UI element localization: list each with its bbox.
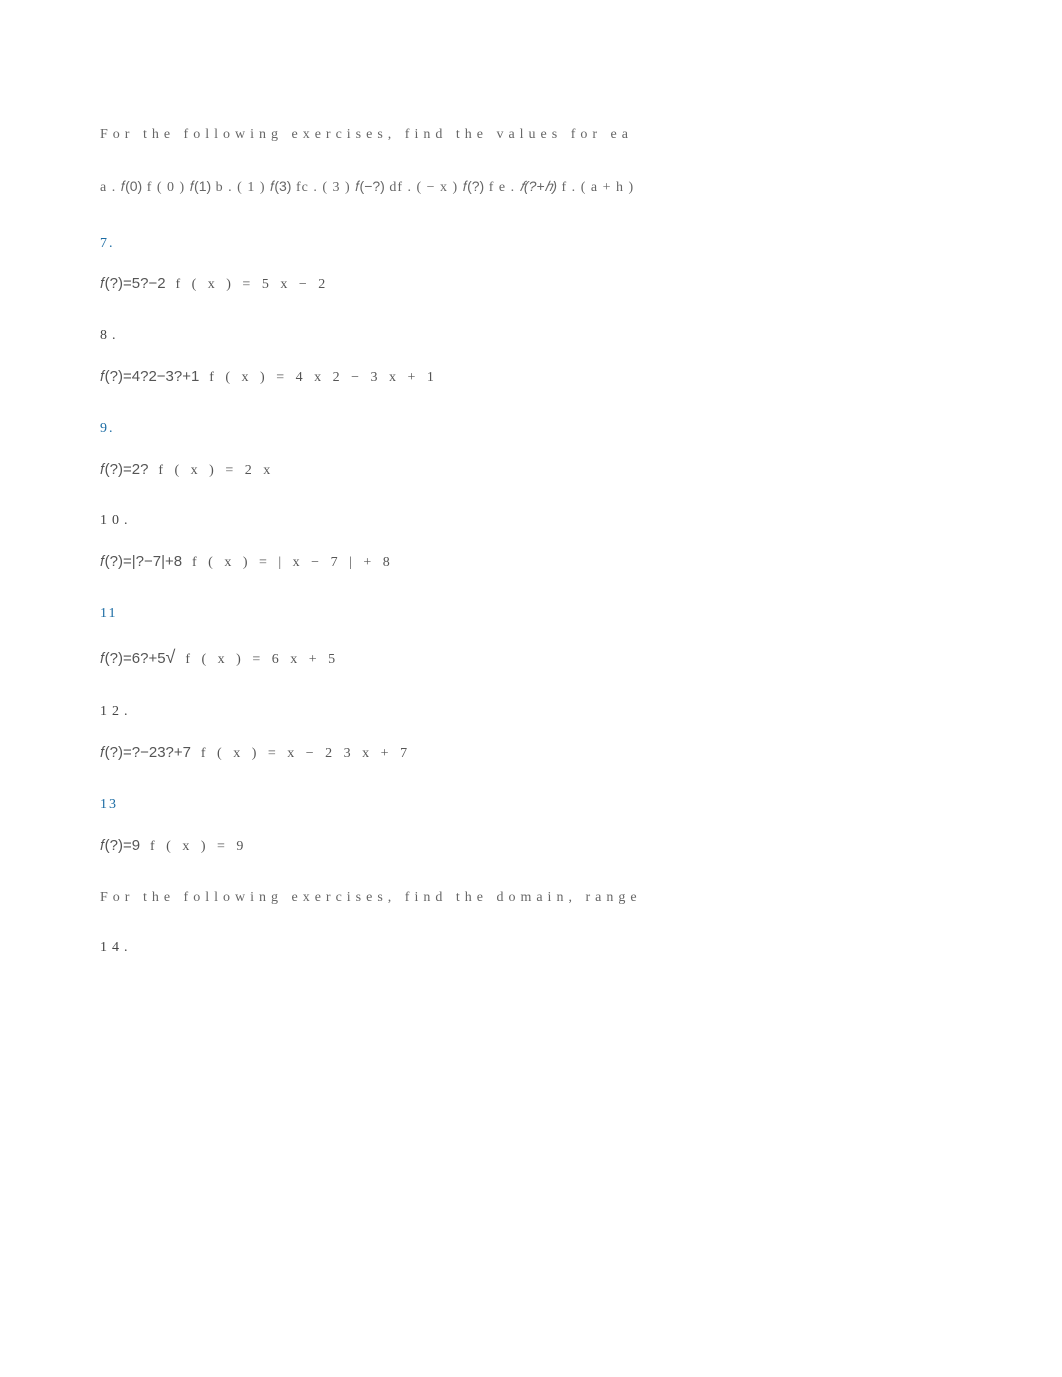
part-b-expr: 𝑓(1) [190, 178, 211, 194]
exercise-7-compact: 𝑓(?)=5?−2 [100, 275, 166, 292]
exercise-intro: For the following exercises, find the va… [100, 120, 962, 151]
exercise-8-formula: 𝑓(?)=4?2−3?+1 f ( x ) = 4 x 2 − 3 x + 1 [100, 360, 962, 394]
part-d-label: df . [389, 180, 412, 195]
exercise-8-compact: 𝑓(?)=4?2−3?+1 [100, 368, 199, 385]
part-f-label: f . [562, 180, 577, 195]
exercise-12-compact: 𝑓(?)=?−23?+7 [100, 744, 191, 761]
part-a-label: a . [100, 180, 116, 195]
part-b-plain: ( 1 ) [237, 180, 265, 195]
part-e-expr: 𝑓(?) [463, 178, 484, 194]
part-a-expr: 𝑓(0) [121, 178, 142, 194]
exercise-7-plain: f ( x ) = 5 x − 2 [175, 277, 329, 292]
part-f-plain: ( a + h ) [581, 180, 634, 195]
exercise-12-formula: 𝑓(?)=?−23?+7 f ( x ) = x − 2 3 x + 7 [100, 736, 962, 770]
part-d-expr: 𝑓(−?) [355, 178, 385, 194]
exercise-8-plain: f ( x ) = 4 x 2 − 3 x + 1 [209, 370, 438, 385]
exercise-11-formula: 𝑓(?)=6?+5 √ f ( x ) = 6 x + 5 [100, 638, 962, 678]
exercise-11-compact-pre: 𝑓(?)=6?+5 [100, 650, 166, 667]
part-b-label: b . [216, 180, 233, 195]
sqrt-icon: √ [166, 647, 176, 667]
exercise-9-compact: 𝑓(?)=2? [100, 461, 148, 478]
exercise-12-number: 12. [100, 697, 962, 728]
exercise-11-number[interactable]: 11 [100, 599, 962, 630]
exercise-13-plain: f ( x ) = 9 [150, 839, 247, 854]
exercise-10-plain: f ( x ) = | x − 7 | + 8 [192, 555, 394, 570]
exercise-9-plain: f ( x ) = 2 x [158, 463, 274, 478]
exercise-13-formula: 𝑓(?)=9 f ( x ) = 9 [100, 829, 962, 863]
part-f-expr: 𝑓(?+ℎ) [520, 178, 557, 194]
part-c-label: fc . [296, 180, 318, 195]
exercise-10-number: 10. [100, 506, 962, 537]
parts-list: a . 𝑓(0) f ( 0 ) 𝑓(1) b . ( 1 ) 𝑓(3) fc … [100, 171, 962, 204]
exercise-10-compact: 𝑓(?)=|?−7|+8 [100, 553, 182, 570]
exercise-12-plain: f ( x ) = x − 2 3 x + 7 [201, 746, 411, 761]
exercise-8-number: 8. [100, 321, 962, 352]
exercise-13-number[interactable]: 13 [100, 790, 962, 821]
part-c-expr: 𝑓(3) [270, 178, 291, 194]
exercise-7-number[interactable]: 7. [100, 229, 962, 260]
part-d-plain: ( − x ) [416, 180, 458, 195]
exercise-10-formula: 𝑓(?)=|?−7|+8 f ( x ) = | x − 7 | + 8 [100, 545, 962, 579]
part-e-label: f e . [489, 180, 515, 195]
part-a-plain: f ( 0 ) [147, 180, 186, 195]
exercise-14-number: 14. [100, 933, 962, 964]
exercise-11-plain: f ( x ) = 6 x + 5 [185, 652, 339, 667]
exercise-intro-2: For the following exercises, find the do… [100, 883, 962, 914]
exercise-9-formula: 𝑓(?)=2? f ( x ) = 2 x [100, 453, 962, 487]
exercise-7-formula: 𝑓(?)=5?−2 f ( x ) = 5 x − 2 [100, 267, 962, 301]
exercise-9-number[interactable]: 9. [100, 414, 962, 445]
part-c-plain: ( 3 ) [322, 180, 350, 195]
exercise-13-compact: 𝑓(?)=9 [100, 837, 140, 854]
